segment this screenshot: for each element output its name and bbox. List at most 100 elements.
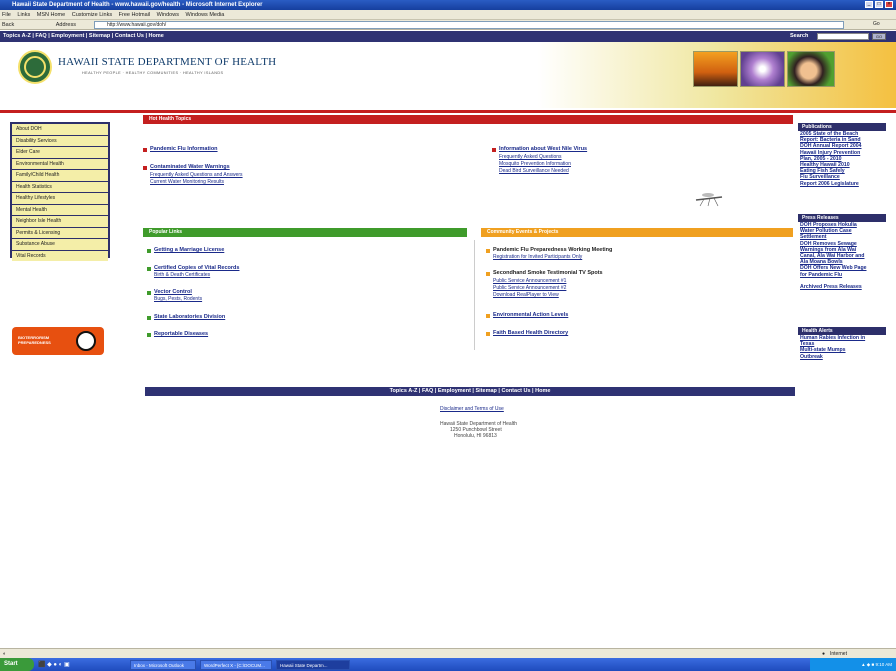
link-environmental-action[interactable]: Environmental Action Levels xyxy=(493,312,568,318)
taskbar-item-outlook[interactable]: Inbox - Microsoft Outlook xyxy=(130,660,196,670)
nav-mental-health[interactable]: Mental Health xyxy=(12,204,108,215)
start-button[interactable]: Start xyxy=(0,658,34,671)
publications-heading: Publications xyxy=(798,123,886,131)
nav-elder-care[interactable]: Elder Care xyxy=(12,147,108,158)
nav-permits-licensing[interactable]: Permits & Licensing xyxy=(12,227,108,238)
disclaimer-link[interactable]: Disclaimer and Terms of Use xyxy=(440,406,504,412)
bullet-icon xyxy=(147,316,151,320)
header-divider xyxy=(0,110,896,113)
address-label: Address xyxy=(55,22,76,28)
nav-health-statistics[interactable]: Health Statistics xyxy=(12,181,108,192)
bullet-icon xyxy=(486,332,490,336)
logo-ring-icon xyxy=(24,56,46,78)
link-faith-based[interactable]: Faith Based Health Directory xyxy=(493,330,568,336)
column-divider xyxy=(474,240,475,350)
link-free-hotmail[interactable]: Free Hotmail xyxy=(119,12,150,18)
top-nav[interactable]: Topics A-Z | FAQ | Employment | Sitemap … xyxy=(0,31,896,42)
archived-press-releases-link[interactable]: Archived Press Releases xyxy=(798,284,886,290)
bioterrorism-label-2: PREPAREDNESS xyxy=(18,340,51,345)
maximize-icon[interactable]: □ xyxy=(875,1,883,8)
health-alerts-heading: Health Alerts xyxy=(798,327,886,335)
publications-panel: Publications 2005 State of the Beach Rep… xyxy=(798,123,886,187)
nav-about-doh[interactable]: About DOH xyxy=(12,124,108,135)
alert-line[interactable]: Outbreak xyxy=(798,354,886,360)
link-marriage-license[interactable]: Getting a Marriage License xyxy=(154,247,224,253)
link-registration[interactable]: Registration for Invited Participants On… xyxy=(493,254,582,260)
bullet-icon xyxy=(143,148,147,152)
link-west-nile-faq[interactable]: Frequently Asked Questions xyxy=(499,154,562,160)
link-dead-bird[interactable]: Dead Bird Surveillance Needed xyxy=(499,168,569,174)
bullet-icon xyxy=(147,249,151,253)
bullet-icon xyxy=(486,314,490,318)
quick-launch-icons[interactable]: ⬛ ◆ ● ◐ ▣ xyxy=(38,660,128,670)
link-customize-links[interactable]: Customize Links xyxy=(72,12,112,18)
link-psa-2[interactable]: Public Service Announcement #2 xyxy=(493,285,566,291)
link-realplayer[interactable]: Download RealPlayer to View xyxy=(493,292,559,298)
back-button[interactable]: Back xyxy=(2,22,14,28)
nav-substance-abuse[interactable]: Substance Abuse xyxy=(12,239,108,250)
address-input[interactable]: http://www.hawaii.gov/doh/ xyxy=(94,21,844,29)
mosquito-icon xyxy=(695,193,723,207)
community-events-heading: Community Events & Projects xyxy=(481,228,793,237)
health-alerts-panel: Health Alerts Human Rabies Infection in … xyxy=(798,327,886,360)
bullet-icon xyxy=(486,272,490,276)
tagline: HEALTHY PEOPLE · HEALTHY COMMUNITIES · H… xyxy=(82,71,224,75)
pandemic-meeting-title: Pandemic Flu Preparedness Working Meetin… xyxy=(493,247,613,253)
biohazard-icon xyxy=(76,331,96,351)
link-reportable-diseases[interactable]: Reportable Diseases xyxy=(154,331,208,337)
link-msn-home[interactable]: MSN Home xyxy=(37,12,65,18)
link-vital-records-copies[interactable]: Certified Copies of Vital Records xyxy=(154,265,239,271)
link-state-labs[interactable]: State Laboratories Division xyxy=(154,314,225,320)
link-mosquito-prevention[interactable]: Mosquito Prevention Information xyxy=(499,161,571,167)
popular-links-heading: Popular Links xyxy=(143,228,467,237)
org-name: HAWAII STATE DEPARTMENT OF HEALTH xyxy=(58,56,277,68)
menu-bar: File Links MSN Home Customize Links Free… xyxy=(0,10,896,20)
tray-icons[interactable]: ▲ ◆ ■ xyxy=(861,662,875,667)
link-birth-death-certs[interactable]: Birth & Death Certificates xyxy=(154,272,210,278)
press-releases-heading: Press Releases xyxy=(798,214,886,222)
pub-line[interactable]: Report 2006 Legislature xyxy=(798,181,886,187)
system-tray: ▲ ◆ ■ 9:10 AM xyxy=(810,658,896,671)
bullet-icon xyxy=(147,267,151,271)
search-go-button[interactable]: GO xyxy=(872,33,886,40)
link-bugs-pests[interactable]: Bugs, Pests, Rodents xyxy=(154,296,202,302)
bullet-icon xyxy=(486,249,490,253)
link-water-monitoring[interactable]: Current Water Monitoring Results xyxy=(150,179,224,185)
footer-address-3: Honolulu, HI 96813 xyxy=(454,433,497,439)
sunset-palm-photo xyxy=(693,51,738,87)
bullet-icon xyxy=(492,148,496,152)
nav-healthy-lifestyles[interactable]: Healthy Lifestyles xyxy=(12,193,108,204)
smoke-spots-title: Secondhand Smoke Testimonial TV Spots xyxy=(493,270,603,276)
bullet-icon xyxy=(147,291,151,295)
nav-disability-services[interactable]: Disability Services xyxy=(12,135,108,146)
window-title: Hawaii State Department of Health - www.… xyxy=(0,0,896,10)
minimize-icon[interactable]: _ xyxy=(865,1,873,8)
search-input[interactable] xyxy=(817,33,869,40)
link-contaminated-water[interactable]: Contaminated Water Warnings xyxy=(150,164,230,170)
nav-neighbor-isle-health[interactable]: Neighbor Isle Health xyxy=(12,216,108,227)
link-windows-media[interactable]: Windows Media xyxy=(185,12,224,18)
search-label: Search xyxy=(790,33,809,39)
link-psa-1[interactable]: Public Service Announcement #1 xyxy=(493,278,566,284)
nav-family-child-health[interactable]: Family/Child Health xyxy=(12,170,108,181)
nav-vital-records[interactable]: Vital Records xyxy=(12,250,108,261)
flower-photo xyxy=(740,51,785,87)
menu-links[interactable]: Links xyxy=(17,12,30,18)
link-pandemic-flu-info[interactable]: Pandemic Flu Information xyxy=(150,146,218,152)
status-bar: ◐ ● Internet xyxy=(0,648,896,658)
bullet-icon xyxy=(147,333,151,337)
link-west-nile[interactable]: Information about West Nile Virus xyxy=(499,146,587,152)
link-water-faq[interactable]: Frequently Asked Questions and Answers xyxy=(150,172,243,178)
taskbar-item-wordperfect[interactable]: WordPerfect X - [C:\DOCUM... xyxy=(200,660,272,670)
go-button[interactable]: Go xyxy=(873,21,880,27)
nav-environmental-health[interactable]: Environmental Health xyxy=(12,158,108,169)
close-icon[interactable]: × xyxy=(885,1,893,8)
link-vector-control[interactable]: Vector Control xyxy=(154,289,192,295)
menu-file[interactable]: File xyxy=(2,12,11,18)
left-nav: About DOH Disability Services Elder Care… xyxy=(10,122,110,261)
footer-nav[interactable]: Topics A-Z | FAQ | Employment | Sitemap … xyxy=(145,387,795,396)
bullet-icon xyxy=(143,166,147,170)
hot-topics-heading: Hot Health Topics xyxy=(143,115,793,124)
taskbar-item-ie[interactable]: Hawaii State Departm... xyxy=(276,660,350,670)
link-windows[interactable]: Windows xyxy=(157,12,179,18)
